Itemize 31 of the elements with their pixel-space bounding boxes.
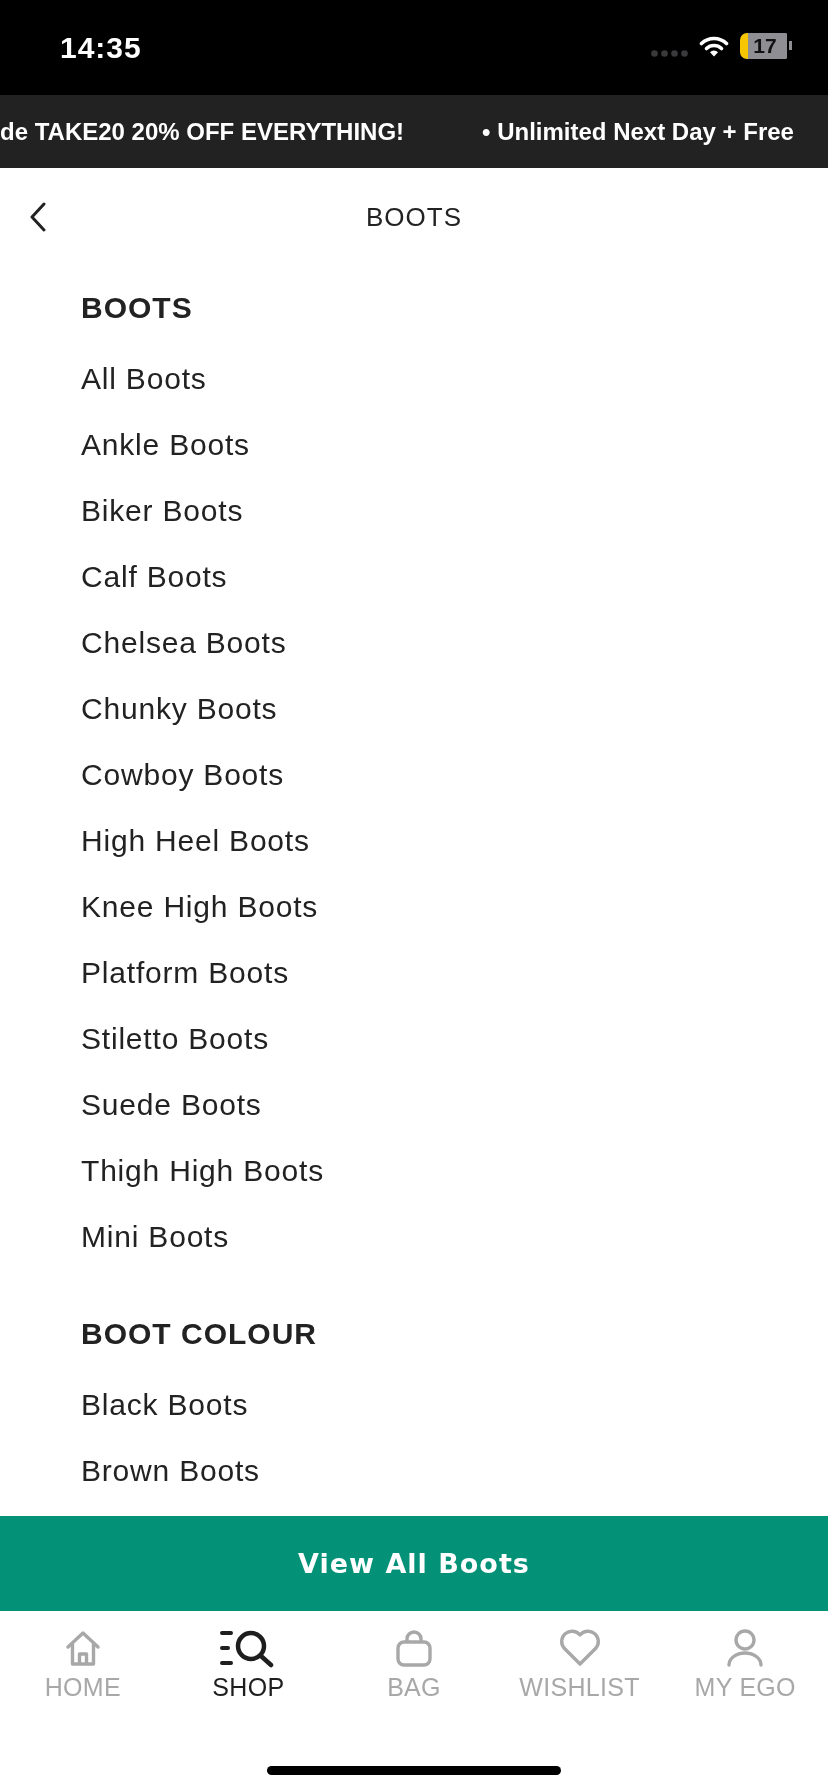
category-item[interactable]: Chelsea Boots	[81, 610, 287, 676]
category-item[interactable]: Ankle Boots	[81, 412, 250, 478]
category-item[interactable]: High Heel Boots	[81, 808, 310, 874]
view-all-button[interactable]: View All Boots	[0, 1516, 828, 1611]
category-item[interactable]: Biker Boots	[81, 478, 244, 544]
section-heading: BOOT COLOUR	[81, 1316, 317, 1352]
back-icon[interactable]	[28, 201, 48, 232]
category-item[interactable]: Cowboy Boots	[81, 742, 285, 808]
category-item[interactable]: Suede Boots	[81, 1072, 262, 1138]
wifi-icon	[699, 34, 729, 57]
signal-icon	[651, 50, 688, 57]
page-title: BOOTS	[366, 200, 462, 233]
promo-text: • Unlimited Next Day + Free	[482, 116, 794, 147]
category-item[interactable]: Stiletto Boots	[81, 1006, 269, 1072]
category-item[interactable]: Chunky Boots	[81, 676, 278, 742]
promo-text: de TAKE20 20% OFF EVERYTHING!	[0, 116, 405, 147]
category-item[interactable]: Black Boots	[81, 1372, 249, 1438]
bag-icon	[394, 1628, 434, 1668]
category-item[interactable]: Platform Boots	[81, 940, 289, 1006]
section-heading: BOOTS	[81, 290, 193, 326]
person-icon	[725, 1628, 766, 1668]
heart-icon	[557, 1628, 602, 1668]
category-item[interactable]: All Boots	[81, 346, 207, 412]
category-item[interactable]: Thigh High Boots	[81, 1138, 324, 1204]
tab-bar-item[interactable]: SHOP	[212, 1628, 285, 1720]
category-item[interactable]: Mini Boots	[81, 1204, 230, 1270]
category-item[interactable]: Knee High Boots	[81, 874, 319, 940]
battery-indicator: 17	[740, 32, 792, 59]
category-item[interactable]: Brown Boots	[81, 1438, 260, 1504]
category-item[interactable]: Calf Boots	[81, 544, 228, 610]
status-time: 14:35	[60, 29, 142, 66]
